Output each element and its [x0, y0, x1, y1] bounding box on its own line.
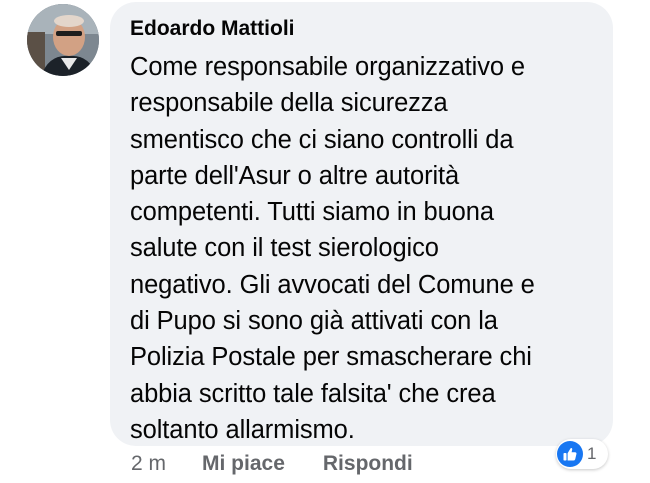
comment: Edoardo Mattioli Come responsabile organ…	[0, 0, 650, 483]
reaction-count: 1	[587, 444, 597, 463]
comment-text-line: abbia scritto tale falsita' che crea	[130, 379, 496, 408]
comment-text-line: salute con il test sierologico	[130, 234, 439, 263]
comment-text-line: Come responsabile organizzativo e	[130, 53, 526, 81]
comment-text-line: competenti. Tutti siamo in buona	[130, 198, 494, 227]
comment-text-line: Polizia Postale per smascherare chi	[130, 343, 532, 372]
comment-text-line: smentisco che ci siano controlli da	[130, 125, 514, 154]
avatar[interactable]	[27, 4, 99, 76]
comment-bubble: Edoardo Mattioli Come responsabile organ…	[110, 2, 613, 446]
reactions-badge[interactable]: 1	[556, 439, 608, 469]
comment-text-line: soltanto allarmismo.	[130, 415, 355, 444]
like-button[interactable]: Mi piace	[202, 452, 285, 476]
avatar-photo	[27, 4, 99, 76]
comment-author[interactable]: Edoardo Mattioli	[130, 16, 591, 42]
comment-text-line: di Pupo si sono già attivati con la	[130, 307, 498, 336]
comment-actions: 2 m Mi piace Rispondi	[131, 450, 413, 478]
comment-text-line: responsabile della sicurezza	[130, 89, 448, 118]
comment-text-line: parte dell'Asur o altre autorità	[130, 161, 460, 190]
comment-timestamp[interactable]: 2 m	[131, 452, 166, 476]
comment-text: Come responsabile organizzativo e respon…	[130, 49, 591, 448]
reply-button[interactable]: Rispondi	[323, 452, 413, 476]
comment-text-line: negativo. Gli avvocati del Comune e	[130, 270, 535, 299]
thumbs-up-icon	[557, 441, 583, 467]
